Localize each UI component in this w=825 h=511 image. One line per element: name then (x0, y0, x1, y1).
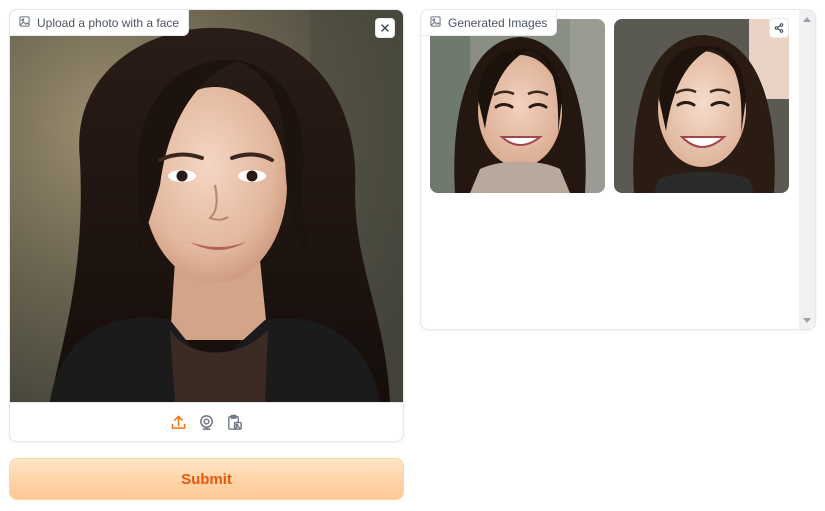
image-icon (430, 15, 441, 30)
image-source-bar (10, 402, 403, 441)
gallery-label-text: Generated Images (448, 15, 548, 30)
generated-image-2[interactable] (614, 19, 789, 193)
close-icon (380, 23, 390, 33)
clipboard-icon (226, 414, 243, 431)
generated-image-1[interactable] (430, 19, 605, 193)
share-icon (774, 23, 784, 33)
clipboard-source-button[interactable] (226, 413, 244, 431)
upload-label: Upload a photo with a face (10, 10, 190, 36)
scroll-down-arrow[interactable] (799, 313, 815, 327)
clear-image-button[interactable] (375, 18, 395, 38)
submit-button[interactable]: Submit (9, 458, 404, 500)
scroll-up-arrow[interactable] (799, 12, 815, 26)
gallery-scrollbar[interactable] (799, 10, 815, 329)
generated-images-gallery[interactable]: Generated Images (420, 9, 816, 330)
upload-icon (170, 414, 187, 431)
upload-label-text: Upload a photo with a face (37, 15, 180, 30)
submit-label: Submit (181, 470, 232, 488)
image-upload-panel[interactable]: Upload a photo with a face (9, 9, 404, 442)
gallery-label: Generated Images (421, 10, 558, 36)
webcam-source-button[interactable] (198, 413, 216, 431)
webcam-icon (198, 414, 215, 431)
image-icon (19, 15, 30, 30)
uploaded-photo (10, 10, 403, 402)
upload-source-button[interactable] (170, 413, 188, 431)
share-button[interactable] (769, 18, 789, 38)
